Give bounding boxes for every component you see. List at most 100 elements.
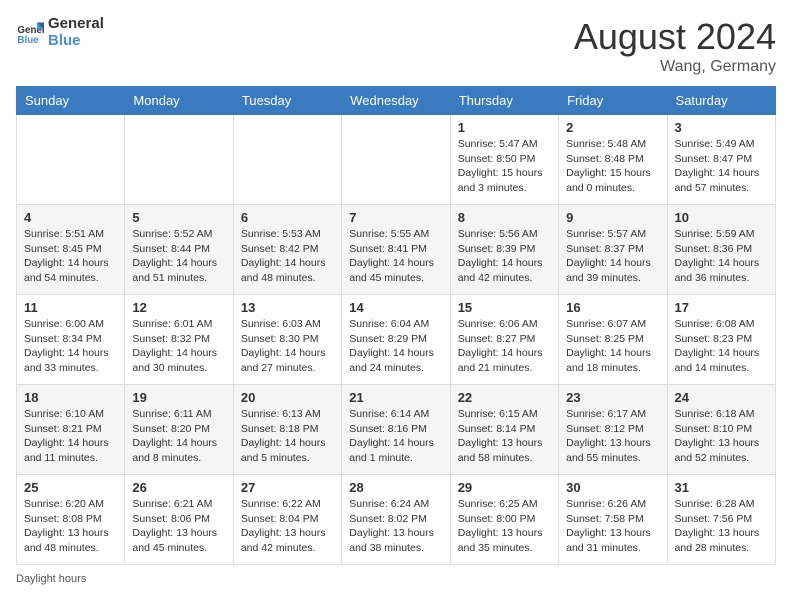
day-info: Sunrise: 5:59 AM Sunset: 8:36 PM Dayligh…	[675, 227, 768, 286]
day-info: Sunrise: 6:13 AM Sunset: 8:18 PM Dayligh…	[241, 407, 334, 466]
title-block: August 2024 Wang, Germany	[574, 16, 776, 76]
day-number: 11	[24, 300, 117, 315]
day-number: 30	[566, 480, 659, 495]
day-number: 14	[349, 300, 442, 315]
logo-icon: General Blue	[16, 19, 44, 47]
logo-general: General	[48, 16, 104, 33]
day-info: Sunrise: 6:20 AM Sunset: 8:08 PM Dayligh…	[24, 497, 117, 556]
day-number: 15	[458, 300, 551, 315]
day-info: Sunrise: 6:11 AM Sunset: 8:20 PM Dayligh…	[132, 407, 225, 466]
calendar-cell: 28Sunrise: 6:24 AM Sunset: 8:02 PM Dayli…	[342, 475, 450, 565]
calendar-week-2: 4 Sunrise: 5:51 AM Sunset: 8:45 PM Daylig…	[17, 205, 776, 295]
calendar-cell	[233, 115, 341, 205]
calendar-cell: 15 Sunrise: 6:06 AM Sunset: 8:27 PM Dayli…	[450, 295, 558, 385]
calendar-header-saturday: Saturday	[667, 87, 775, 115]
calendar-cell: 21 Sunrise: 6:14 AM Sunset: 8:16 PM Dayli…	[342, 385, 450, 475]
calendar-header-monday: Monday	[125, 87, 233, 115]
day-number: 18	[24, 390, 117, 405]
day-number: 20	[241, 390, 334, 405]
day-number: 25	[24, 480, 117, 495]
day-info: Sunrise: 6:04 AM Sunset: 8:29 PM Dayligh…	[349, 317, 442, 376]
calendar-cell: 2 Sunrise: 5:48 AM Sunset: 8:48 PM Daylig…	[559, 115, 667, 205]
calendar-week-3: 11Sunrise: 6:00 AM Sunset: 8:34 PM Dayli…	[17, 295, 776, 385]
logo: General Blue General Blue	[16, 16, 104, 49]
day-info: Sunrise: 6:15 AM Sunset: 8:14 PM Dayligh…	[458, 407, 551, 466]
calendar-header-tuesday: Tuesday	[233, 87, 341, 115]
calendar-header-thursday: Thursday	[450, 87, 558, 115]
calendar-cell: 14 Sunrise: 6:04 AM Sunset: 8:29 PM Dayli…	[342, 295, 450, 385]
calendar-cell: 17 Sunrise: 6:08 AM Sunset: 8:23 PM Dayli…	[667, 295, 775, 385]
day-info: Sunrise: 6:01 AM Sunset: 8:32 PM Dayligh…	[132, 317, 225, 376]
calendar-header-friday: Friday	[559, 87, 667, 115]
calendar-week-4: 18 Sunrise: 6:10 AM Sunset: 8:21 PM Dayli…	[17, 385, 776, 475]
calendar-cell: 7Sunrise: 5:55 AM Sunset: 8:41 PM Daylig…	[342, 205, 450, 295]
day-info: Sunrise: 6:08 AM Sunset: 8:23 PM Dayligh…	[675, 317, 768, 376]
footer-note: Daylight hours	[16, 573, 776, 585]
day-number: 28	[349, 480, 442, 495]
calendar-cell: 10 Sunrise: 5:59 AM Sunset: 8:36 PM Dayli…	[667, 205, 775, 295]
day-info: Sunrise: 6:03 AM Sunset: 8:30 PM Dayligh…	[241, 317, 334, 376]
svg-text:Blue: Blue	[17, 34, 39, 45]
calendar-cell	[17, 115, 125, 205]
day-info: Sunrise: 5:53 AM Sunset: 8:42 PM Dayligh…	[241, 227, 334, 286]
calendar-cell: 11Sunrise: 6:00 AM Sunset: 8:34 PM Dayli…	[17, 295, 125, 385]
calendar-header-sunday: Sunday	[17, 87, 125, 115]
day-number: 31	[675, 480, 768, 495]
location: Wang, Germany	[574, 58, 776, 76]
day-info: Sunrise: 6:07 AM Sunset: 8:25 PM Dayligh…	[566, 317, 659, 376]
day-number: 12	[132, 300, 225, 315]
day-info: Sunrise: 5:48 AM Sunset: 8:48 PM Dayligh…	[566, 137, 659, 196]
calendar-cell: 12 Sunrise: 6:01 AM Sunset: 8:32 PM Dayli…	[125, 295, 233, 385]
day-number: 22	[458, 390, 551, 405]
day-number: 3	[675, 120, 768, 135]
day-info: Sunrise: 6:22 AM Sunset: 8:04 PM Dayligh…	[241, 497, 334, 556]
day-number: 19	[132, 390, 225, 405]
calendar-cell: 27 Sunrise: 6:22 AM Sunset: 8:04 PM Dayli…	[233, 475, 341, 565]
day-info: Sunrise: 6:25 AM Sunset: 8:00 PM Dayligh…	[458, 497, 551, 556]
day-info: Sunrise: 6:26 AM Sunset: 7:58 PM Dayligh…	[566, 497, 659, 556]
day-number: 26	[132, 480, 225, 495]
calendar-cell: 24Sunrise: 6:18 AM Sunset: 8:10 PM Dayli…	[667, 385, 775, 475]
day-number: 1	[458, 120, 551, 135]
day-number: 17	[675, 300, 768, 315]
calendar-cell: 1 Sunrise: 5:47 AM Sunset: 8:50 PM Daylig…	[450, 115, 558, 205]
calendar-cell: 16Sunrise: 6:07 AM Sunset: 8:25 PM Dayli…	[559, 295, 667, 385]
day-info: Sunrise: 5:47 AM Sunset: 8:50 PM Dayligh…	[458, 137, 551, 196]
day-info: Sunrise: 5:55 AM Sunset: 8:41 PM Dayligh…	[349, 227, 442, 286]
calendar-cell	[125, 115, 233, 205]
day-info: Sunrise: 6:10 AM Sunset: 8:21 PM Dayligh…	[24, 407, 117, 466]
calendar-week-5: 25 Sunrise: 6:20 AM Sunset: 8:08 PM Dayli…	[17, 475, 776, 565]
calendar-cell: 19 Sunrise: 6:11 AM Sunset: 8:20 PM Dayli…	[125, 385, 233, 475]
day-info: Sunrise: 5:57 AM Sunset: 8:37 PM Dayligh…	[566, 227, 659, 286]
day-number: 4	[24, 210, 117, 225]
calendar-cell: 3 Sunrise: 5:49 AM Sunset: 8:47 PM Daylig…	[667, 115, 775, 205]
day-number: 23	[566, 390, 659, 405]
day-number: 21	[349, 390, 442, 405]
day-info: Sunrise: 5:49 AM Sunset: 8:47 PM Dayligh…	[675, 137, 768, 196]
calendar-cell: 6Sunrise: 5:53 AM Sunset: 8:42 PM Daylig…	[233, 205, 341, 295]
calendar-cell: 22 Sunrise: 6:15 AM Sunset: 8:14 PM Dayli…	[450, 385, 558, 475]
day-number: 27	[241, 480, 334, 495]
page-header: General Blue General Blue August 2024 Wa…	[16, 16, 776, 76]
day-number: 10	[675, 210, 768, 225]
day-number: 8	[458, 210, 551, 225]
calendar-cell: 13Sunrise: 6:03 AM Sunset: 8:30 PM Dayli…	[233, 295, 341, 385]
day-number: 5	[132, 210, 225, 225]
day-info: Sunrise: 6:18 AM Sunset: 8:10 PM Dayligh…	[675, 407, 768, 466]
day-number: 2	[566, 120, 659, 135]
day-info: Sunrise: 6:06 AM Sunset: 8:27 PM Dayligh…	[458, 317, 551, 376]
day-info: Sunrise: 6:28 AM Sunset: 7:56 PM Dayligh…	[675, 497, 768, 556]
calendar-cell: 31 Sunrise: 6:28 AM Sunset: 7:56 PM Dayli…	[667, 475, 775, 565]
day-info: Sunrise: 5:51 AM Sunset: 8:45 PM Dayligh…	[24, 227, 117, 286]
calendar-cell: 30 Sunrise: 6:26 AM Sunset: 7:58 PM Dayli…	[559, 475, 667, 565]
day-info: Sunrise: 6:14 AM Sunset: 8:16 PM Dayligh…	[349, 407, 442, 466]
day-info: Sunrise: 5:52 AM Sunset: 8:44 PM Dayligh…	[132, 227, 225, 286]
calendar-cell: 4 Sunrise: 5:51 AM Sunset: 8:45 PM Daylig…	[17, 205, 125, 295]
calendar-cell: 9Sunrise: 5:57 AM Sunset: 8:37 PM Daylig…	[559, 205, 667, 295]
calendar-cell: 5 Sunrise: 5:52 AM Sunset: 8:44 PM Daylig…	[125, 205, 233, 295]
calendar-cell: 29Sunrise: 6:25 AM Sunset: 8:00 PM Dayli…	[450, 475, 558, 565]
day-info: Sunrise: 6:21 AM Sunset: 8:06 PM Dayligh…	[132, 497, 225, 556]
calendar-table: SundayMondayTuesdayWednesdayThursdayFrid…	[16, 86, 776, 565]
day-info: Sunrise: 5:56 AM Sunset: 8:39 PM Dayligh…	[458, 227, 551, 286]
calendar-cell: 18 Sunrise: 6:10 AM Sunset: 8:21 PM Dayli…	[17, 385, 125, 475]
